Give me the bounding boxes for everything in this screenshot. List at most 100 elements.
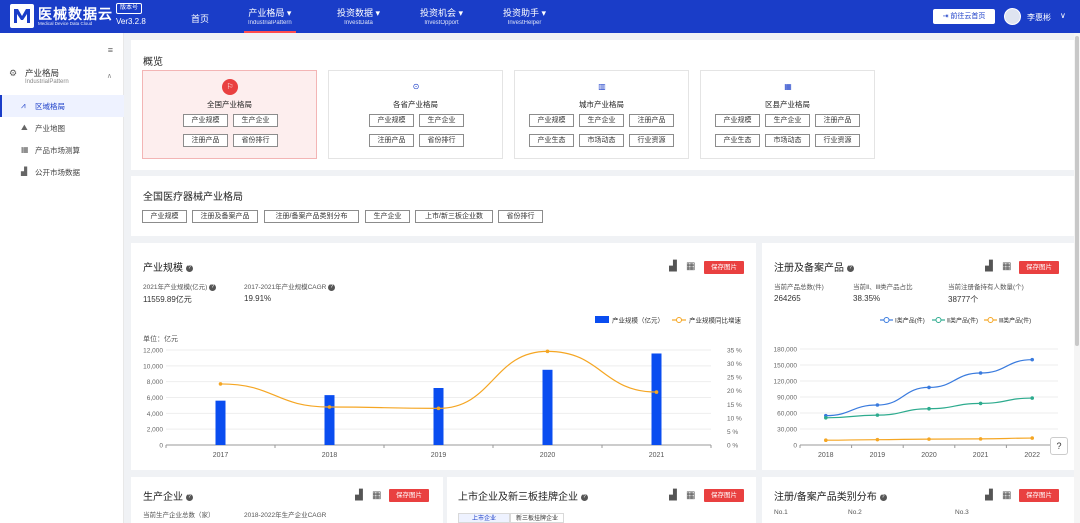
bar-chart-icon[interactable]: ▟ bbox=[985, 261, 993, 272]
save-image-button[interactable]: 保存图片 bbox=[704, 489, 744, 502]
card-tag[interactable]: 市场动态 bbox=[579, 134, 624, 147]
info-icon[interactable]: ? bbox=[580, 493, 588, 501]
national-tag[interactable]: 生产企业 bbox=[365, 210, 410, 223]
sidebar-item-industry-map[interactable]: ⛰ 产业地图 bbox=[0, 117, 124, 139]
info-icon[interactable]: ? bbox=[209, 283, 217, 291]
y-tick-label: 180,000 bbox=[774, 347, 798, 354]
chevron-down-icon[interactable]: ∨ bbox=[1060, 11, 1066, 20]
card-county[interactable]: ▦ 区县产业格局 产业规模 生产企业 注册产品 产业生态 市场动态 行业资源 bbox=[700, 70, 875, 159]
x-tick-label: 2021 bbox=[649, 452, 665, 459]
card-tag[interactable]: 省份排行 bbox=[419, 134, 464, 147]
national-tag[interactable]: 省份排行 bbox=[498, 210, 543, 223]
tab-listed[interactable]: 上市企业 bbox=[458, 513, 510, 523]
sidebar-item-regional[interactable]: ⩘ 区域格局 bbox=[0, 95, 124, 117]
y2-tick-label: 0 % bbox=[727, 443, 738, 450]
card-tag[interactable]: 产业规模 bbox=[529, 114, 574, 127]
bar-chart-icon[interactable]: ▟ bbox=[985, 490, 993, 501]
card-tag[interactable]: 省份排行 bbox=[233, 134, 278, 147]
exit-icon: ⇥ bbox=[942, 13, 949, 20]
card-tag[interactable]: 市场动态 bbox=[765, 134, 810, 147]
logo-icon bbox=[10, 4, 34, 28]
bar bbox=[324, 395, 335, 445]
card-tag[interactable]: 行业资源 bbox=[629, 134, 674, 147]
info-icon[interactable]: ? bbox=[879, 493, 887, 501]
bar-chart-icon[interactable]: ▟ bbox=[669, 490, 677, 501]
info-icon[interactable]: ? bbox=[846, 264, 854, 272]
info-icon[interactable]: ? bbox=[185, 493, 193, 501]
y-tick-label: 10,000 bbox=[143, 363, 163, 370]
help-chat-icon[interactable]: ? bbox=[1050, 437, 1068, 455]
rank-label: No.2 bbox=[848, 509, 862, 516]
sidebar-group-industrial[interactable]: ⚙ 产业格局 IndustrialPattern ∧ bbox=[0, 63, 124, 93]
sidebar-group-label: 产业格局 bbox=[25, 68, 60, 78]
calculator-icon: ▦ bbox=[21, 145, 29, 154]
national-tag[interactable]: 注册/备案产品类别分布 bbox=[264, 210, 359, 223]
goto-cloud-home-button[interactable]: ⇥ 前往云首页 bbox=[933, 9, 995, 24]
save-image-button[interactable]: 保存图片 bbox=[704, 261, 744, 274]
card-tag[interactable]: 产业生态 bbox=[529, 134, 574, 147]
card-city[interactable]: ▥ 城市产业格局 产业规模 生产企业 注册产品 产业生态 市场动态 行业资源 bbox=[514, 70, 689, 159]
save-image-button[interactable]: 保存图片 bbox=[1019, 489, 1059, 502]
info-icon[interactable]: ? bbox=[185, 264, 193, 272]
y-tick-label: 90,000 bbox=[777, 395, 797, 402]
card-tag[interactable]: 行业资源 bbox=[815, 134, 860, 147]
legend-swatch bbox=[595, 316, 609, 323]
table-icon[interactable]: ▦ bbox=[686, 490, 695, 501]
card-tag[interactable]: 产业规模 bbox=[715, 114, 760, 127]
stat-label: 2021年产业规模(亿元) ? bbox=[143, 283, 217, 291]
building-icon: ▥ bbox=[598, 82, 606, 91]
nav-invest-helper[interactable]: 投资助手 ▾ InvestHelper bbox=[503, 6, 546, 26]
card-tag[interactable]: 注册产品 bbox=[815, 114, 860, 127]
series-point bbox=[875, 413, 880, 417]
nav-industrial-pattern[interactable]: 产业格局 ▾ IndustrialPattern bbox=[244, 6, 296, 33]
national-tag[interactable]: 注册及备案产品 bbox=[192, 210, 258, 223]
card-tag[interactable]: 生产企业 bbox=[233, 114, 278, 127]
info-icon[interactable]: ? bbox=[328, 283, 336, 291]
legend-swatch bbox=[987, 317, 994, 323]
sidebar-item-market-calc[interactable]: ▦ 产品市场测算 bbox=[0, 139, 124, 161]
table-icon[interactable]: ▦ bbox=[1002, 261, 1011, 272]
save-image-button[interactable]: 保存图片 bbox=[1019, 261, 1059, 274]
card-tag[interactable]: 生产企业 bbox=[765, 114, 810, 127]
card-provincial[interactable]: ⊙ 各省产业格局 产业规模 生产企业 注册产品 省份排行 bbox=[328, 70, 503, 159]
bar-chart-icon[interactable]: ▟ bbox=[355, 490, 363, 501]
card-tag[interactable]: 注册产品 bbox=[183, 134, 228, 147]
card-tag[interactable]: 产业规模 bbox=[369, 114, 414, 127]
series-point bbox=[875, 437, 880, 442]
card-tag[interactable]: 产业规模 bbox=[183, 114, 228, 127]
x-tick-label: 2022 bbox=[1024, 452, 1040, 459]
table-icon[interactable]: ▦ bbox=[1002, 490, 1011, 501]
series-point bbox=[1030, 357, 1034, 362]
y-tick-label: 0 bbox=[159, 443, 163, 450]
stat-label: 2017-2021年产业规模CAGR ? bbox=[244, 283, 336, 291]
table-icon[interactable]: ▦ bbox=[372, 490, 381, 501]
national-tag[interactable]: 产业规模 bbox=[142, 210, 187, 223]
sidebar-item-label: 产业地图 bbox=[35, 124, 65, 133]
version-badge: 版本号 bbox=[116, 3, 143, 14]
menu-toggle-icon[interactable]: ≡ bbox=[108, 45, 113, 55]
stat-value: 19.91% bbox=[244, 294, 272, 303]
nav-home[interactable]: 首页 bbox=[191, 12, 209, 25]
bar-chart-icon[interactable]: ▟ bbox=[669, 261, 677, 272]
table-icon[interactable]: ▦ bbox=[686, 261, 695, 272]
listed-title: 上市企业及新三板挂牌企业 ? bbox=[458, 492, 588, 503]
card-tag[interactable]: 注册产品 bbox=[629, 114, 674, 127]
user-name[interactable]: 李惠彬 bbox=[1027, 12, 1051, 23]
sidebar-item-public-market[interactable]: ▟ 公开市场数据 bbox=[0, 161, 124, 183]
top-navbar: 医械数据云 Medical Device Data Cloud 版本号 Ver3… bbox=[0, 0, 1080, 33]
stat-label: 当前生产企业总数（家） bbox=[143, 512, 215, 519]
growth-point bbox=[545, 349, 550, 354]
card-tag[interactable]: 生产企业 bbox=[579, 114, 624, 127]
tab-neeq[interactable]: 新三板挂牌企业 bbox=[510, 513, 564, 523]
card-national[interactable]: ⚐ 全国产业格局 产业规模 生产企业 注册产品 省份排行 bbox=[142, 70, 317, 159]
national-tag[interactable]: 上市/新三板企业数 bbox=[415, 210, 493, 223]
card-tag[interactable]: 产业生态 bbox=[715, 134, 760, 147]
scrollbar-thumb[interactable] bbox=[1075, 36, 1079, 346]
nav-invest-opport[interactable]: 投资机会 ▾ InvestOpport bbox=[420, 6, 463, 26]
national-title: 全国医疗器械产业格局 bbox=[143, 192, 243, 203]
card-tag[interactable]: 注册产品 bbox=[369, 134, 414, 147]
save-image-button[interactable]: 保存图片 bbox=[389, 489, 429, 502]
nav-invest-data[interactable]: 投资数据 ▾ InvestData bbox=[337, 6, 380, 26]
card-tag[interactable]: 生产企业 bbox=[419, 114, 464, 127]
avatar[interactable] bbox=[1004, 8, 1021, 25]
